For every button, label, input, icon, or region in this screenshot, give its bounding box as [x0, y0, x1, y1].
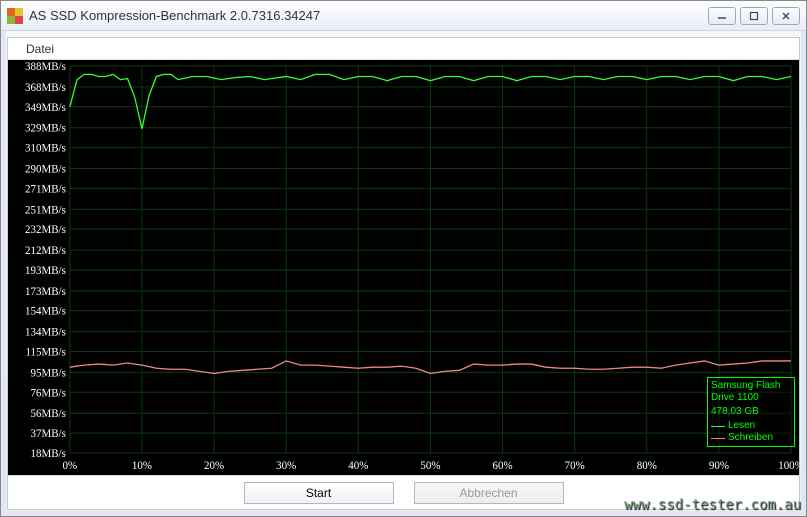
svg-text:10%: 10%	[132, 460, 152, 472]
close-icon	[781, 11, 791, 21]
svg-text:388MB/s: 388MB/s	[25, 61, 66, 73]
chart-area: 18MB/s 37MB/s 56MB/s 76MB/s 95MB/s 115MB/s 134…	[8, 60, 799, 475]
app-icon	[7, 8, 23, 24]
svg-text:329MB/s: 329MB/s	[25, 123, 66, 135]
svg-text:212MB/s: 212MB/s	[25, 245, 66, 257]
svg-text:60%: 60%	[493, 460, 513, 472]
svg-text:80%: 80%	[637, 460, 657, 472]
svg-text:37MB/s: 37MB/s	[31, 428, 66, 440]
minimize-icon	[717, 11, 727, 21]
client-area: Datei 18MB/s 37MB/s 56MB/s 76MB/s 95MB/s 115M…	[7, 37, 800, 510]
svg-text:30%: 30%	[276, 460, 296, 472]
legend-write-label: Schreiben	[728, 432, 773, 444]
start-button[interactable]: Start	[244, 482, 394, 504]
app-window: AS SSD Kompression-Benchmark 2.0.7316.34…	[0, 0, 807, 517]
svg-text:20%: 20%	[204, 460, 224, 472]
maximize-icon	[749, 11, 759, 21]
window-title: AS SSD Kompression-Benchmark 2.0.7316.34…	[29, 8, 708, 23]
titlebar[interactable]: AS SSD Kompression-Benchmark 2.0.7316.34…	[1, 1, 806, 31]
svg-text:95MB/s: 95MB/s	[31, 367, 66, 379]
legend-read: Lesen	[711, 420, 791, 432]
svg-text:76MB/s: 76MB/s	[31, 387, 66, 399]
close-button[interactable]	[772, 7, 800, 25]
svg-text:193MB/s: 193MB/s	[25, 265, 66, 277]
svg-text:100%: 100%	[778, 460, 799, 472]
maximize-button[interactable]	[740, 7, 768, 25]
svg-text:290MB/s: 290MB/s	[25, 163, 66, 175]
minimize-button[interactable]	[708, 7, 736, 25]
svg-text:0%: 0%	[63, 460, 78, 472]
legend-read-swatch	[711, 426, 725, 427]
legend-size: 478,03 GB	[711, 406, 791, 418]
svg-text:349MB/s: 349MB/s	[25, 102, 66, 114]
svg-text:56MB/s: 56MB/s	[31, 408, 66, 420]
legend-write-swatch	[711, 438, 725, 439]
menubar: Datei	[8, 38, 799, 60]
svg-text:40%: 40%	[348, 460, 368, 472]
svg-text:18MB/s: 18MB/s	[31, 448, 66, 460]
svg-text:134MB/s: 134MB/s	[25, 327, 66, 339]
svg-text:154MB/s: 154MB/s	[25, 306, 66, 318]
legend-device: Samsung Flash Drive 1100	[711, 380, 791, 404]
svg-text:70%: 70%	[565, 460, 585, 472]
svg-text:232MB/s: 232MB/s	[25, 224, 66, 236]
compression-chart: 18MB/s 37MB/s 56MB/s 76MB/s 95MB/s 115MB/s 134…	[8, 60, 799, 475]
svg-text:115MB/s: 115MB/s	[25, 346, 65, 358]
legend-write: Schreiben	[711, 432, 791, 444]
window-controls	[708, 7, 800, 25]
svg-text:90%: 90%	[709, 460, 729, 472]
svg-text:368MB/s: 368MB/s	[25, 82, 66, 94]
svg-text:310MB/s: 310MB/s	[25, 143, 66, 155]
menu-file[interactable]: Datei	[18, 40, 62, 58]
legend-box: Samsung Flash Drive 1100 478,03 GB Lesen…	[707, 377, 795, 447]
button-row: Start Abbrechen	[8, 475, 799, 509]
svg-text:271MB/s: 271MB/s	[25, 183, 66, 195]
svg-text:50%: 50%	[420, 460, 440, 472]
abort-button[interactable]: Abbrechen	[414, 482, 564, 504]
svg-text:173MB/s: 173MB/s	[25, 286, 66, 298]
legend-read-label: Lesen	[728, 420, 755, 432]
svg-text:251MB/s: 251MB/s	[25, 204, 66, 216]
